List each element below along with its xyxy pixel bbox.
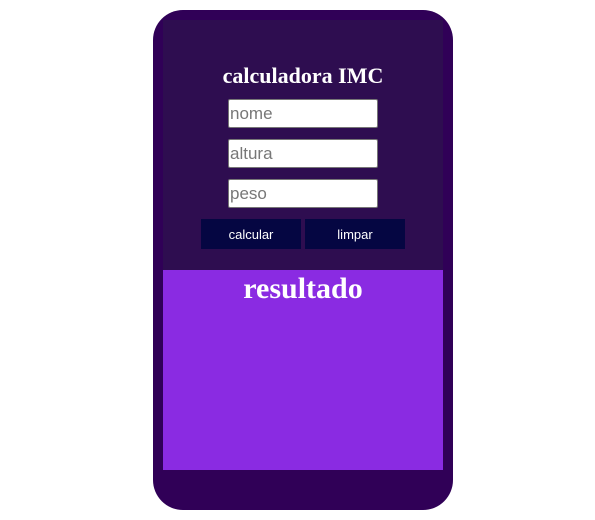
name-input[interactable] xyxy=(228,99,378,128)
result-panel: resultado xyxy=(163,270,443,470)
height-input[interactable] xyxy=(228,139,378,168)
weight-input[interactable] xyxy=(228,179,378,208)
calculate-button[interactable]: calcular xyxy=(201,219,301,249)
clear-button[interactable]: limpar xyxy=(305,219,405,249)
calculator-frame: calculadora IMC calcular limpar resultad… xyxy=(153,10,453,510)
result-title: resultado xyxy=(243,272,363,305)
form-panel: calculadora IMC calcular limpar xyxy=(163,20,443,270)
page-title: calculadora IMC xyxy=(222,63,384,88)
